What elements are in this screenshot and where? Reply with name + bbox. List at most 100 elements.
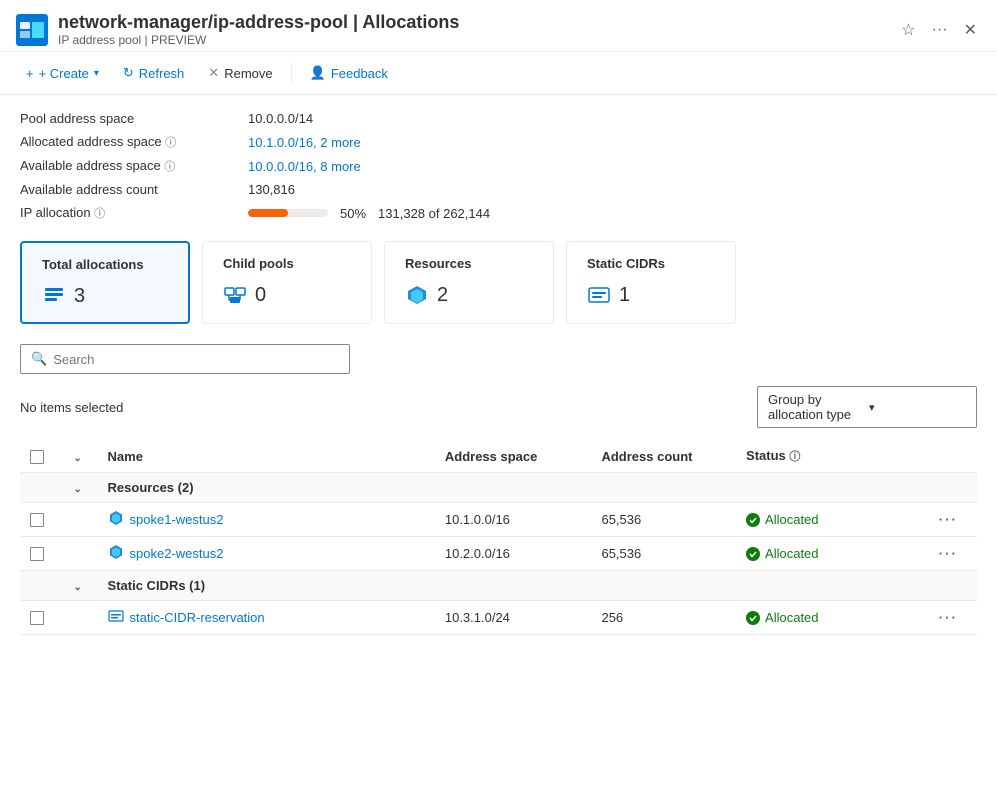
pool-address-space-value: 10.0.0.0/14 <box>248 111 313 126</box>
refresh-button[interactable]: ↻ Refresh <box>113 60 194 86</box>
card-icon-static <box>587 283 611 307</box>
toolbar-separator <box>291 63 292 83</box>
no-items-label: No items selected <box>20 400 123 415</box>
row-address-count-1-0: 256 <box>591 601 736 635</box>
card-total[interactable]: Total allocations 3 <box>20 241 190 324</box>
filter-row: No items selected Group by allocation ty… <box>20 386 977 428</box>
available-address-count-value: 130,816 <box>248 182 295 197</box>
summary-cards: Total allocations 3 Child pools 0 Resour… <box>20 241 977 324</box>
row-name-0-1: spoke2-westus2 <box>98 537 435 571</box>
row-address-count-0-1: 65,536 <box>591 537 736 571</box>
card-icon-resources <box>405 283 429 307</box>
row-actions-0-1: ··· <box>929 537 977 571</box>
search-row: 🔍 <box>20 344 977 374</box>
status-text: Allocated <box>765 512 818 527</box>
group-row: ⌄ Static CIDRs (1) <box>20 571 977 601</box>
resource-link[interactable]: spoke2-westus2 <box>108 544 425 563</box>
title-text: network-manager/ip-address-pool | Alloca… <box>58 12 459 47</box>
group-expand[interactable]: ⌄ <box>63 473 97 503</box>
row-address-space-0-0: 10.1.0.0/16 <box>435 503 592 537</box>
status-dot <box>746 513 760 527</box>
favorite-icon[interactable]: ☆ <box>897 16 919 44</box>
row-expand-0-1 <box>63 537 97 571</box>
more-options-icon[interactable]: ··· <box>928 17 952 43</box>
card-count-child: 0 <box>255 284 266 307</box>
status-dot <box>746 547 760 561</box>
allocated-info-icon[interactable]: ⓘ <box>165 137 176 149</box>
feedback-icon: 👤 <box>310 65 326 81</box>
status-text: Allocated <box>765 546 818 561</box>
row-more-actions[interactable]: ··· <box>939 610 958 625</box>
group-expand[interactable]: ⌄ <box>63 571 97 601</box>
group-name-0: Resources (2) <box>98 473 977 503</box>
allocated-address-space-label: Allocated address space ⓘ <box>20 134 240 150</box>
row-actions-1-0: ··· <box>929 601 977 635</box>
group-check <box>20 571 63 601</box>
row-checkbox[interactable] <box>30 547 44 561</box>
resource-link[interactable]: static-CIDR-reservation <box>108 608 425 627</box>
th-name: Name <box>98 440 435 473</box>
status-badge: Allocated <box>746 546 919 561</box>
table-row: static-CIDR-reservation 10.3.1.0/24 256 … <box>20 601 977 635</box>
group-by-dropdown[interactable]: Group by allocation type ▾ <box>757 386 977 428</box>
remove-button[interactable]: ✕ Remove <box>198 60 282 86</box>
feedback-button[interactable]: 👤 Feedback <box>300 60 398 86</box>
search-input[interactable] <box>53 352 339 367</box>
allocations-table: ⌄ Name Address space Address count Statu… <box>20 440 977 635</box>
remove-icon: ✕ <box>208 65 219 81</box>
card-child[interactable]: Child pools 0 <box>202 241 372 324</box>
close-icon[interactable]: ✕ <box>960 16 981 44</box>
row-more-actions[interactable]: ··· <box>939 512 958 527</box>
title-left: network-manager/ip-address-pool | Alloca… <box>16 12 459 47</box>
static-cidr-icon <box>108 608 124 627</box>
status-info-icon[interactable]: ⓘ <box>789 451 800 463</box>
th-address-count: Address count <box>591 440 736 473</box>
sort-name[interactable]: Name <box>108 449 425 464</box>
refresh-icon: ↻ <box>123 65 134 81</box>
available-address-count-label: Available address count <box>20 182 240 197</box>
row-address-space-0-1: 10.2.0.0/16 <box>435 537 592 571</box>
resource-name[interactable]: spoke1-westus2 <box>130 512 224 527</box>
table-header-row: ⌄ Name Address space Address count Statu… <box>20 440 977 473</box>
status-text: Allocated <box>765 610 818 625</box>
allocated-address-space-row: Allocated address space ⓘ 10.1.0.0/16, 2… <box>20 134 977 150</box>
toolbar: + + Create ▾ ↻ Refresh ✕ Remove 👤 Feedba… <box>0 52 997 95</box>
available-space-info-icon[interactable]: ⓘ <box>164 161 175 173</box>
row-more-actions[interactable]: ··· <box>939 546 958 561</box>
resource-name[interactable]: spoke2-westus2 <box>130 546 224 561</box>
header-checkbox[interactable] <box>30 450 44 464</box>
row-status-0-0: Allocated <box>736 503 929 537</box>
resource-link[interactable]: spoke1-westus2 <box>108 510 425 529</box>
sort-status: Status <box>746 448 786 463</box>
row-checkbox[interactable] <box>30 513 44 527</box>
resource-name[interactable]: static-CIDR-reservation <box>130 610 265 625</box>
progress-bar-fill <box>248 209 288 217</box>
group-check <box>20 473 63 503</box>
row-checkbox[interactable] <box>30 611 44 625</box>
card-content-static: 1 <box>587 283 715 307</box>
available-address-count-row: Available address count 130,816 <box>20 182 977 197</box>
ip-allocation-row: IP allocation ⓘ 50% 131,328 of 262,144 <box>20 205 977 221</box>
row-address-count-0-0: 65,536 <box>591 503 736 537</box>
card-content-child: 0 <box>223 283 351 307</box>
th-actions <box>929 440 977 473</box>
ip-allocation-info-icon[interactable]: ⓘ <box>94 208 105 220</box>
allocated-address-space-value[interactable]: 10.1.0.0/16, 2 more <box>248 135 361 150</box>
create-button[interactable]: + + Create ▾ <box>16 61 109 86</box>
status-dot <box>746 611 760 625</box>
card-content-resources: 2 <box>405 283 533 307</box>
available-address-space-row: Available address space ⓘ 10.0.0.0/16, 8… <box>20 158 977 174</box>
search-icon: 🔍 <box>31 351 47 367</box>
row-actions-0-0: ··· <box>929 503 977 537</box>
card-title-child: Child pools <box>223 256 351 271</box>
row-status-1-0: Allocated <box>736 601 929 635</box>
row-check-0-0 <box>20 503 63 537</box>
sort-address-count: Address count <box>601 449 692 464</box>
card-resources[interactable]: Resources 2 <box>384 241 554 324</box>
available-address-space-value[interactable]: 10.0.0.0/16, 8 more <box>248 159 361 174</box>
card-icon-child <box>223 283 247 307</box>
expand-icon: ⌄ <box>73 453 81 464</box>
card-static[interactable]: Static CIDRs 1 <box>566 241 736 324</box>
title-actions: ☆ ··· ✕ <box>897 16 981 44</box>
row-name-0-0: spoke1-westus2 <box>98 503 435 537</box>
